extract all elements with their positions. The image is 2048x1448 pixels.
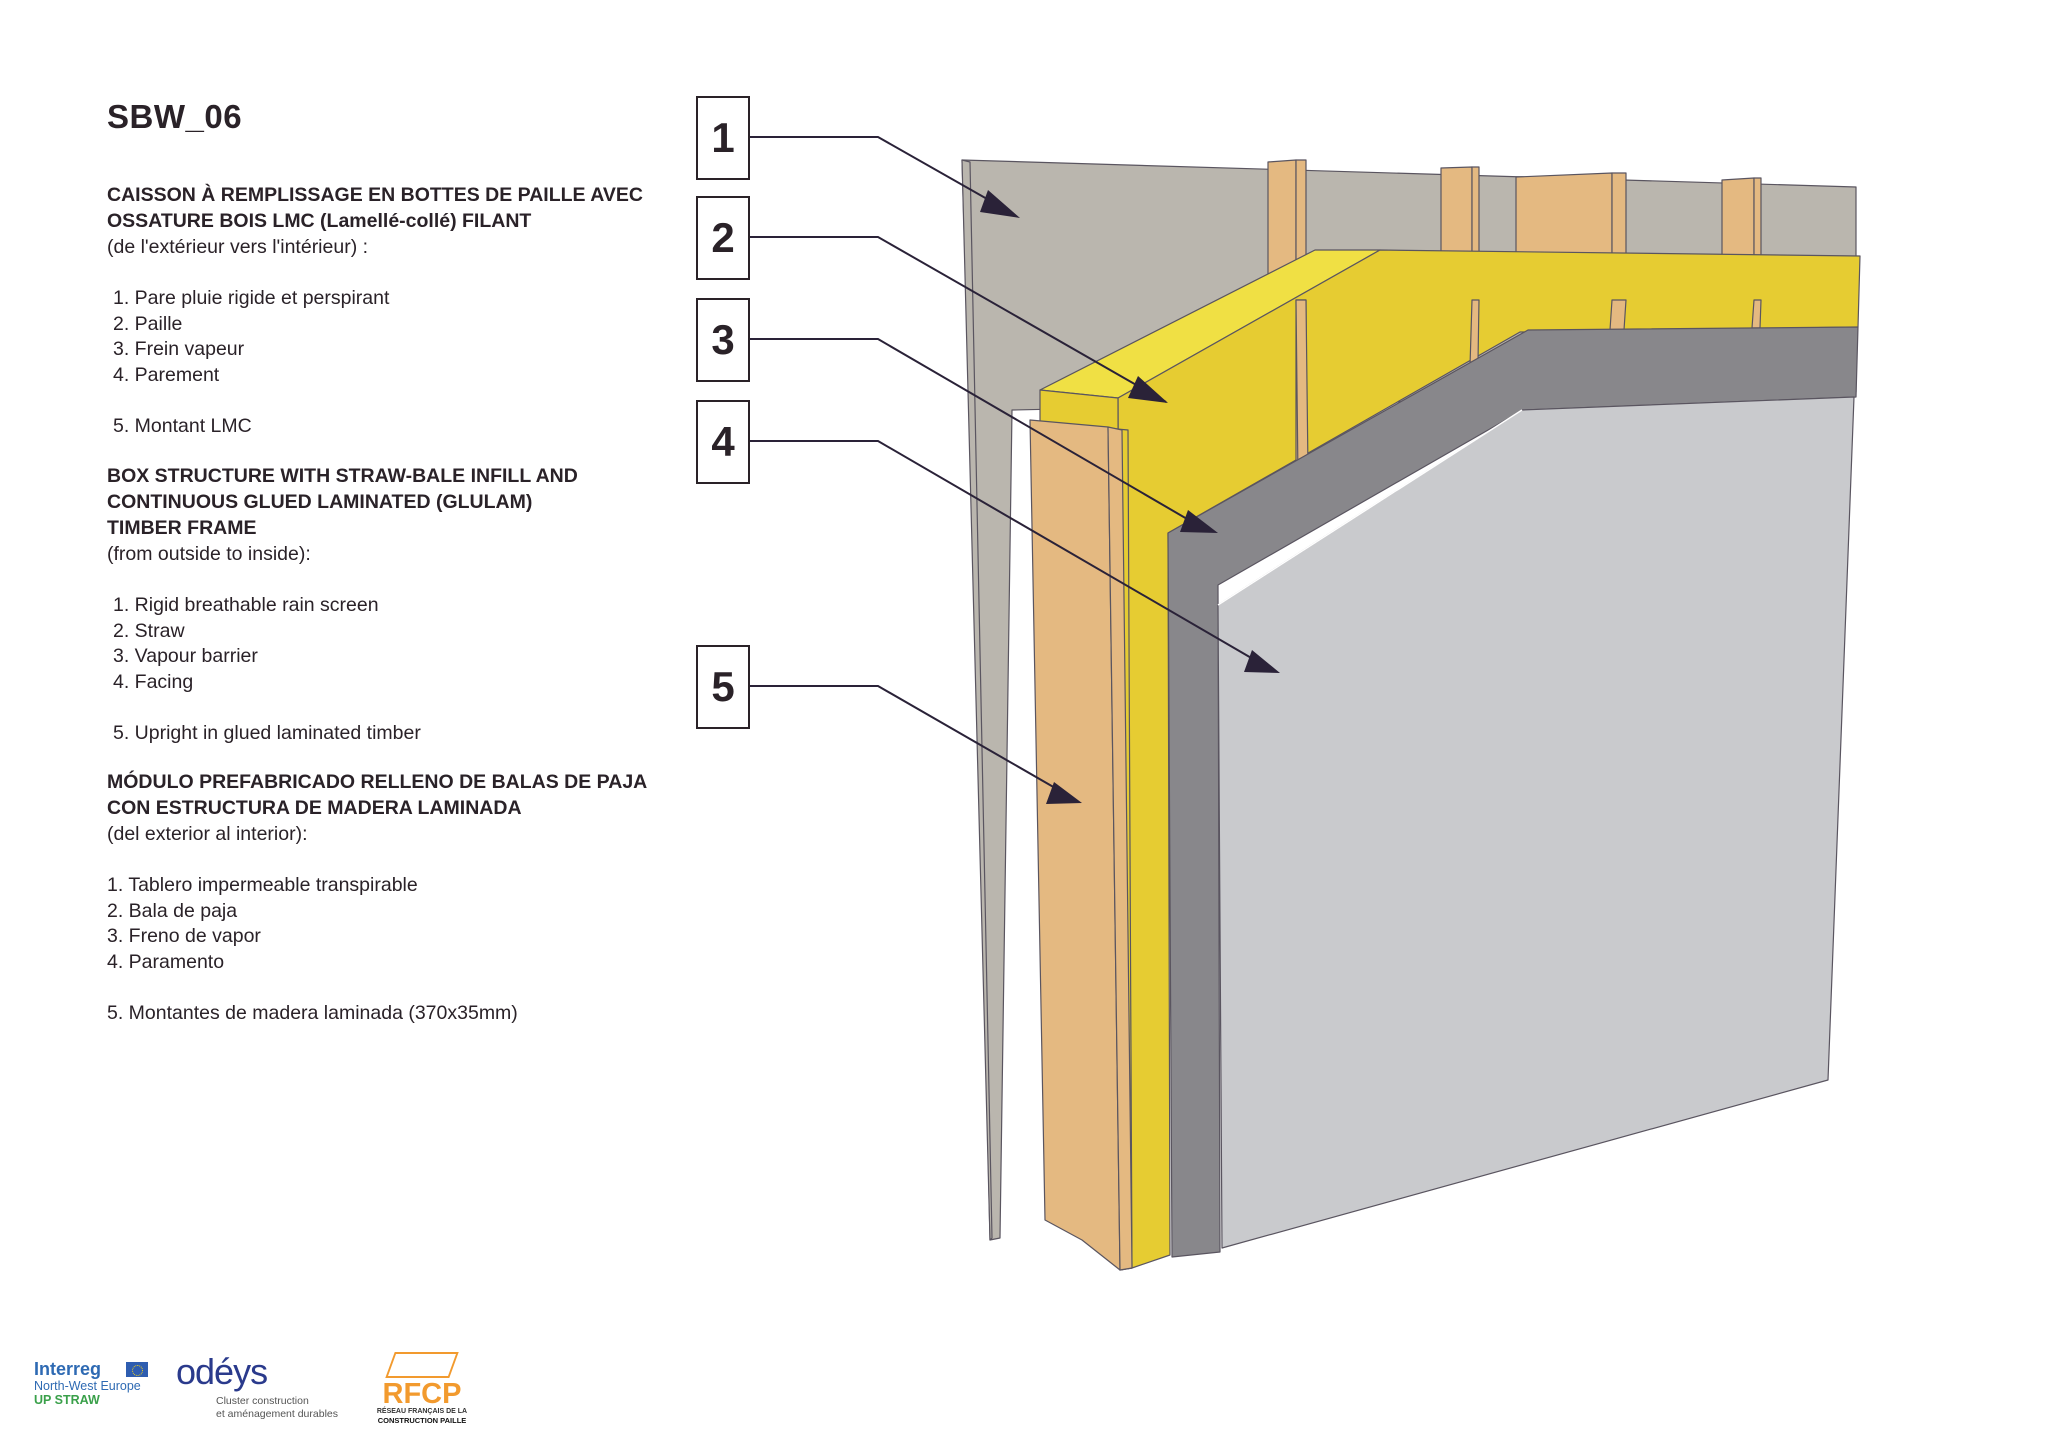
callout-1: 1 <box>696 96 750 180</box>
glulam-upright-front <box>1029 419 1121 1271</box>
callout-2: 2 <box>696 196 750 280</box>
callout-4: 4 <box>696 400 750 484</box>
rfcp-logo: RFCP RÉSEAU FRANÇAIS DE LA CONSTRUCTION … <box>372 1352 472 1425</box>
eu-flag-icon <box>126 1362 148 1377</box>
wall-section-diagram <box>748 136 1861 1271</box>
odeys-tagline-2: et aménagement durables <box>216 1408 338 1420</box>
odeys-name: odéys <box>176 1351 268 1392</box>
callout-5: 5 <box>696 645 750 729</box>
odeys-tagline-1: Cluster construction <box>216 1395 309 1407</box>
straw-bale-icon <box>385 1352 459 1378</box>
stud-in-straw-2 <box>1469 299 1480 367</box>
rfcp-line2: CONSTRUCTION PAILLE <box>377 1416 467 1425</box>
interreg-region: North-West Europe <box>34 1379 141 1393</box>
stud-in-straw-1-long <box>1295 299 1309 479</box>
stud-in-straw-3 <box>1609 299 1627 331</box>
interreg-logo: Interreg North-West Europe UP STRAW <box>34 1360 154 1408</box>
rfcp-name: RFCP <box>382 1378 462 1410</box>
rfcp-line1: RÉSEAU FRANÇAIS DE LA <box>376 1408 468 1415</box>
stud-in-straw-4 <box>1751 299 1762 329</box>
odeys-logo: odéys Cluster construction et aménagemen… <box>176 1351 338 1421</box>
interreg-project: UP STRAW <box>34 1393 100 1407</box>
callout-3: 3 <box>696 298 750 382</box>
leader-line-5 <box>748 685 1077 801</box>
